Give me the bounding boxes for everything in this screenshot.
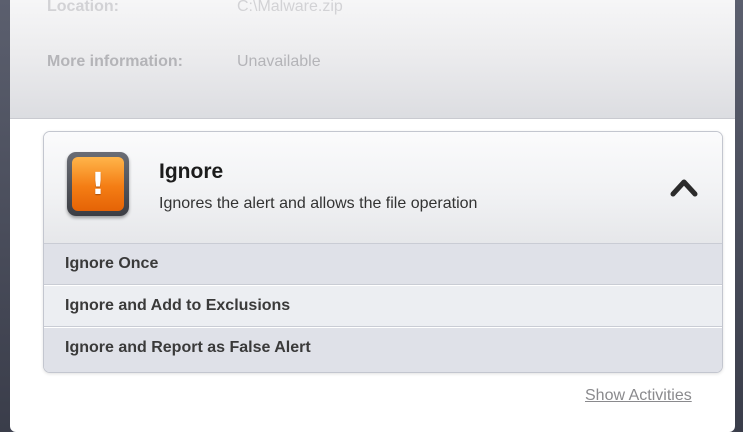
warning-exclamation-icon: !	[67, 152, 129, 216]
window-frame-left	[0, 0, 10, 432]
location-row: Location: C:\Malware.zip	[47, 0, 343, 16]
ignore-add-exclusions-option[interactable]: Ignore and Add to Exclusions	[44, 286, 722, 327]
alert-dialog: Location: C:\Malware.zip More information…	[10, 0, 735, 432]
chevron-up-icon[interactable]	[669, 175, 699, 199]
alert-details-header: Location: C:\Malware.zip More information…	[10, 0, 735, 119]
show-activities-link[interactable]: Show Activities	[585, 387, 692, 405]
ignore-once-option[interactable]: Ignore Once	[44, 244, 722, 285]
window-frame-right	[735, 0, 743, 432]
more-info-value: Unavailable	[237, 53, 321, 70]
ignore-report-false-alert-option[interactable]: Ignore and Report as False Alert	[44, 328, 722, 372]
location-value: C:\Malware.zip	[237, 0, 343, 15]
more-info-label: More information:	[47, 53, 183, 70]
ignore-option-panel: ! Ignore Ignores the alert and allows th…	[43, 131, 723, 373]
option-description: Ignores the alert and allows the file op…	[159, 195, 478, 212]
more-info-row: More information: Unavailable	[47, 53, 321, 71]
ignore-option-header[interactable]: ! Ignore Ignores the alert and allows th…	[44, 132, 722, 244]
option-title: Ignore	[159, 160, 224, 183]
location-label: Location:	[47, 0, 119, 15]
